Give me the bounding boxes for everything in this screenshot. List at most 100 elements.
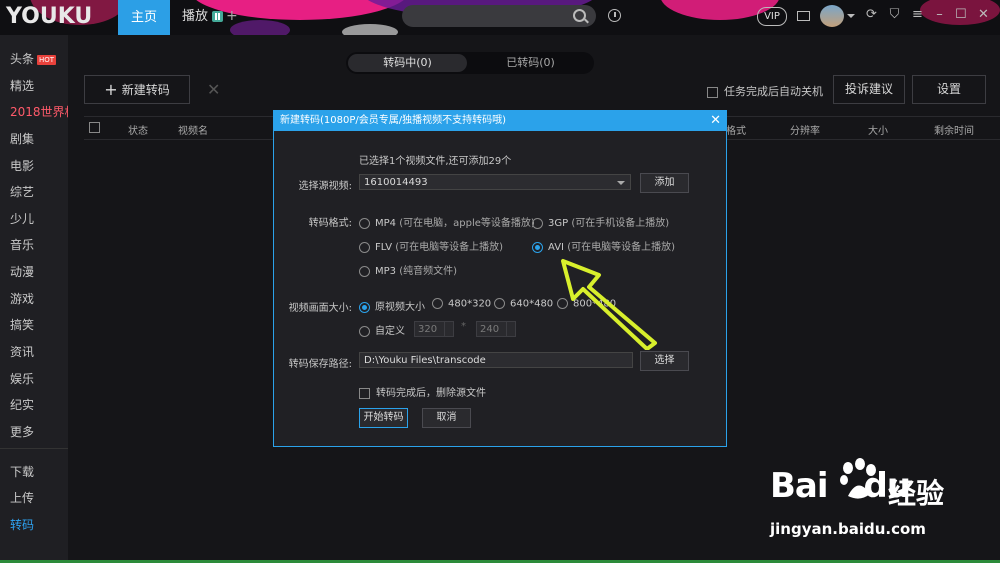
tab-home[interactable]: 主页 xyxy=(118,0,170,35)
title-bar: YOUKU 主页 播放 + VIP ⟳ ⛉ ≡ – ☐ ✕ xyxy=(0,0,1000,35)
sidebar-item-documentary[interactable]: 纪实 xyxy=(10,396,34,413)
select-all-checkbox[interactable] xyxy=(89,122,100,133)
sidebar-divider xyxy=(0,448,68,449)
format-3gp-radio[interactable]: 3GP (可在手机设备上播放) xyxy=(532,214,669,229)
column-remaining-time: 剩余时间 xyxy=(934,126,974,137)
radio-dot xyxy=(359,217,370,229)
sidebar-item-worldcup[interactable]: 2018世界杯 xyxy=(10,103,77,120)
radio-dot xyxy=(359,301,370,313)
size-option-label: 原视频大小 xyxy=(375,302,425,313)
size-option-label: 自定义 xyxy=(375,326,405,337)
delete-icon[interactable]: ✕ xyxy=(207,80,220,99)
sidebar-item-series[interactable]: 剧集 xyxy=(10,130,34,147)
auto-shutdown-label: 任务完成后自动关机 xyxy=(724,85,823,98)
format-avi-radio[interactable]: AVI (可在电脑等设备上播放) xyxy=(532,238,675,253)
close-icon[interactable]: ✕ xyxy=(978,8,989,21)
format-mp4-radio[interactable]: MP4 (可在电脑，apple等设备播放) xyxy=(359,214,535,229)
sidebar-item-news[interactable]: 资讯 xyxy=(10,343,34,360)
new-transcode-button[interactable]: + 新建转码 xyxy=(84,75,190,104)
sidebar-item-music[interactable]: 音乐 xyxy=(10,236,34,253)
maximize-icon[interactable]: ☐ xyxy=(955,8,967,21)
annotation-arrow xyxy=(561,259,657,350)
search-input[interactable] xyxy=(402,5,596,27)
format-note: (可在电脑，apple等设备播放) xyxy=(399,218,535,229)
column-status: 状态 xyxy=(128,126,148,137)
column-resolution: 分辨率 xyxy=(790,126,820,137)
search-icon[interactable] xyxy=(573,9,586,22)
path-label: 转码保存路径: xyxy=(288,359,352,370)
refresh-icon[interactable]: ⟳ xyxy=(866,8,877,21)
sidebar-item-kids[interactable]: 少儿 xyxy=(10,210,34,227)
custom-width-input[interactable]: 320 xyxy=(414,321,454,337)
sidebar-item-anime[interactable]: 动漫 xyxy=(10,263,34,280)
plus-icon: + xyxy=(104,80,118,99)
add-button[interactable]: 添加 xyxy=(640,173,689,193)
status-segment: 转码中(0) 已转码(0) xyxy=(346,52,594,74)
dialog-title-bar: 新建转码(1080P/会员专属/独播视频不支持转码哦) ✕ xyxy=(274,111,726,131)
sidebar-item-funny[interactable]: 搞笑 xyxy=(10,316,34,333)
radio-dot xyxy=(494,298,505,309)
chevron-down-icon[interactable] xyxy=(847,14,855,22)
avatar[interactable] xyxy=(820,5,844,27)
radio-dot xyxy=(359,325,370,337)
source-video-select[interactable]: 1610014493 xyxy=(359,174,631,190)
tab-play[interactable]: 播放 xyxy=(182,0,224,35)
hot-badge: HOT xyxy=(37,54,57,65)
dialog-close-icon[interactable]: ✕ xyxy=(710,111,721,131)
tab-transcoded[interactable]: 已转码(0) xyxy=(471,54,590,72)
size-640x480-radio[interactable]: 640*480 xyxy=(494,298,553,310)
size-option-label: 480*320 xyxy=(448,298,492,310)
size-separator: * xyxy=(461,321,466,332)
radio-dot xyxy=(359,265,370,277)
youku-logo[interactable]: YOUKU xyxy=(6,4,92,29)
delete-source-checkbox[interactable] xyxy=(359,387,370,399)
new-transcode-label: 新建转码 xyxy=(121,83,170,97)
size-option-label: 640*480 xyxy=(510,298,554,310)
format-note: (可在电脑等设备上播放) xyxy=(395,242,504,253)
add-tab-button[interactable]: + xyxy=(226,8,238,24)
sidebar-item-headlines[interactable]: 头条 HOT xyxy=(10,50,57,67)
history-icon[interactable] xyxy=(608,9,621,22)
column-size: 大小 xyxy=(868,126,888,137)
delete-source-label: 转码完成后，删除源文件 xyxy=(376,388,486,399)
format-mp3-radio[interactable]: MP3 (纯音频文件) xyxy=(359,262,457,277)
sidebar-item-transcode[interactable]: 转码 xyxy=(10,516,34,533)
feedback-button[interactable]: 投诉建议 xyxy=(833,75,905,104)
watermark-jingyan: 经验 xyxy=(888,477,945,510)
cancel-button[interactable]: 取消 xyxy=(422,408,471,428)
sidebar-item-download[interactable]: 下载 xyxy=(10,463,34,480)
sidebar: 头条 HOT 精选 2018世界杯 剧集 电影 综艺 少儿 音乐 动漫 游戏 搞笑… xyxy=(0,35,77,563)
sidebar-item-variety[interactable]: 综艺 xyxy=(10,183,34,200)
mail-icon[interactable] xyxy=(797,11,810,21)
sidebar-item-entertainment[interactable]: 娱乐 xyxy=(10,370,34,387)
save-path-input[interactable]: D:\Youku Files\transcode xyxy=(359,352,633,368)
choose-path-button[interactable]: 选择 xyxy=(640,351,689,371)
format-name: AVI xyxy=(548,242,564,253)
custom-height-input[interactable]: 240 xyxy=(476,321,516,337)
vip-button[interactable]: VIP xyxy=(757,7,787,26)
settings-button[interactable]: 设置 xyxy=(912,75,986,104)
size-480x320-radio[interactable]: 480*320 xyxy=(432,298,491,310)
sidebar-item-featured[interactable]: 精选 xyxy=(10,77,34,94)
radio-dot xyxy=(532,241,543,253)
size-original-radio[interactable]: 原视频大小 xyxy=(359,298,425,313)
auto-shutdown-option[interactable]: 任务完成后自动关机 xyxy=(707,83,823,99)
delete-source-option[interactable]: 转码完成后，删除源文件 xyxy=(359,384,486,399)
format-name: MP4 xyxy=(375,218,397,229)
start-transcode-button[interactable]: 开始转码 xyxy=(359,408,408,428)
sidebar-item-upload[interactable]: 上传 xyxy=(10,489,34,506)
tab-transcoding[interactable]: 转码中(0) xyxy=(348,54,467,72)
size-custom-radio[interactable]: 自定义 xyxy=(359,322,405,337)
menu-icon[interactable]: ≡ xyxy=(912,8,923,21)
skin-icon[interactable]: ⛉ xyxy=(889,8,900,21)
format-flv-radio[interactable]: FLV (可在电脑等设备上播放) xyxy=(359,238,503,253)
sidebar-item-label: 头条 xyxy=(10,52,35,66)
paw-icon xyxy=(840,458,876,499)
minimize-icon[interactable]: – xyxy=(934,8,945,21)
auto-shutdown-checkbox[interactable] xyxy=(707,86,718,98)
sidebar-item-more[interactable]: 更多 xyxy=(10,423,34,440)
sidebar-item-games[interactable]: 游戏 xyxy=(10,290,34,307)
sidebar-item-movies[interactable]: 电影 xyxy=(10,157,34,174)
watermark-url: jingyan.baidu.com xyxy=(770,520,926,538)
size-label: 视频画面大小: xyxy=(288,303,352,314)
